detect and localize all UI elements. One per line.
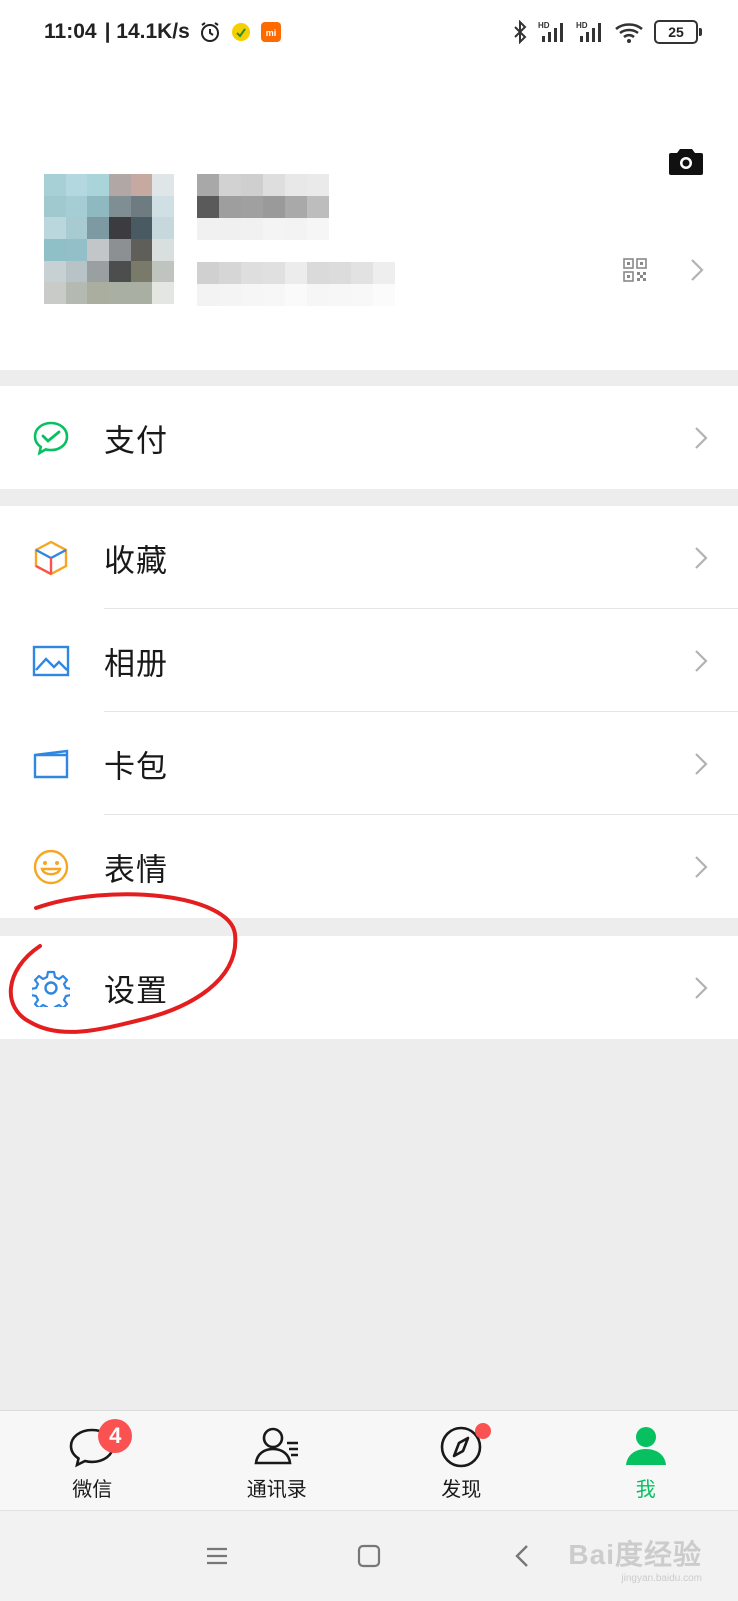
cellular-signal-2-icon: HD: [576, 20, 604, 44]
tab-label-discover: 发现: [441, 1473, 481, 1502]
watermark: Bai度经验 jingyan.baidu.com: [568, 1533, 702, 1584]
person-icon: [622, 1423, 670, 1469]
svg-text:mi: mi: [266, 28, 277, 38]
tab-discover[interactable]: 发现: [369, 1411, 554, 1511]
menu-item-pay[interactable]: 支付: [0, 386, 738, 489]
smiley-face-icon: [32, 848, 70, 886]
tab-label-me: 我: [636, 1473, 656, 1502]
chevron-right-icon: [694, 546, 708, 570]
tab-icon-wrap: [253, 1423, 301, 1469]
menu-item-album[interactable]: 相册: [0, 609, 738, 712]
menu-item-favorites[interactable]: 收藏: [0, 506, 738, 609]
clock-time: 11:04: [44, 20, 97, 44]
qr-code-icon[interactable]: [623, 258, 647, 282]
tab-chats[interactable]: 4 微信: [0, 1411, 185, 1511]
nickname-blurred: [197, 174, 329, 240]
chevron-right-icon: [694, 855, 708, 879]
chevron-right-icon: [694, 426, 708, 450]
cellular-signal-icon: HD: [538, 20, 566, 44]
gear-icon: [32, 969, 70, 1007]
card-wallet-icon: [32, 745, 70, 783]
mi-app-icon: mi: [260, 21, 282, 43]
avatar[interactable]: [44, 174, 174, 304]
bluetooth-icon: [512, 20, 528, 44]
chevron-right-icon: [694, 752, 708, 776]
new-dot-badge: [475, 1423, 491, 1439]
menu-icon[interactable]: [202, 1541, 232, 1571]
menu-label-cards: 卡包: [104, 741, 168, 786]
signal-tag-2: HD: [576, 21, 588, 30]
tab-icon-wrap: [437, 1423, 485, 1469]
chevron-right-icon: [694, 976, 708, 1000]
status-left: 11:04 | 14.1K/s mi: [44, 16, 282, 48]
tab-label-chats: 微信: [72, 1473, 112, 1502]
tab-me[interactable]: 我: [554, 1411, 738, 1511]
bottom-tab-bar: 4 微信 通讯录 发现 我: [0, 1410, 738, 1511]
tab-icon-wrap: 4: [68, 1423, 116, 1469]
unread-badge: 4: [98, 1419, 132, 1453]
network-speed: | 14.1K/s: [105, 20, 190, 44]
menu-label-album: 相册: [104, 638, 168, 683]
status-right: HD HD 25: [512, 16, 698, 48]
pay-section: 支付: [0, 386, 738, 489]
menu-item-cards[interactable]: 卡包: [0, 712, 738, 815]
tab-icon-wrap: [622, 1423, 670, 1469]
menu-label-settings: 设置: [104, 965, 168, 1010]
profile-header[interactable]: [0, 66, 738, 370]
camera-icon[interactable]: [668, 146, 704, 176]
menu-label-favorites: 收藏: [104, 535, 168, 580]
menu-item-stickers[interactable]: 表情: [0, 815, 738, 918]
alarm-icon: [198, 20, 222, 44]
album-picture-icon: [32, 642, 70, 680]
menu-label-stickers: 表情: [104, 844, 168, 889]
services-section: 收藏 相册 卡包 表情: [0, 506, 738, 918]
tab-contacts[interactable]: 通讯录: [185, 1411, 370, 1511]
contacts-icon: [253, 1423, 301, 1469]
pay-icon: [32, 419, 70, 457]
wechat-id-blurred: [197, 262, 395, 306]
menu-item-settings[interactable]: 设置: [0, 936, 738, 1039]
chevron-right-icon: [694, 649, 708, 673]
settings-section: 设置: [0, 936, 738, 1039]
home-button-icon[interactable]: [354, 1541, 384, 1571]
battery-level: 25: [668, 24, 684, 40]
system-nav-bar: Bai度经验 jingyan.baidu.com: [0, 1510, 738, 1601]
favorites-cube-icon: [32, 539, 70, 577]
back-button-icon[interactable]: [508, 1541, 538, 1571]
battery-indicator: 25: [654, 20, 698, 44]
chevron-right-icon: [690, 258, 704, 282]
watermark-sub: jingyan.baidu.com: [568, 1573, 702, 1584]
watermark-text: Bai度经验: [568, 1539, 702, 1570]
menu-label-pay: 支付: [104, 415, 168, 460]
status-bar: 11:04 | 14.1K/s mi HD HD: [0, 0, 738, 66]
app-notification-icon: [230, 21, 252, 43]
tab-label-contacts: 通讯录: [247, 1473, 307, 1502]
signal-tag-1: HD: [538, 21, 550, 30]
wifi-icon: [614, 20, 644, 44]
